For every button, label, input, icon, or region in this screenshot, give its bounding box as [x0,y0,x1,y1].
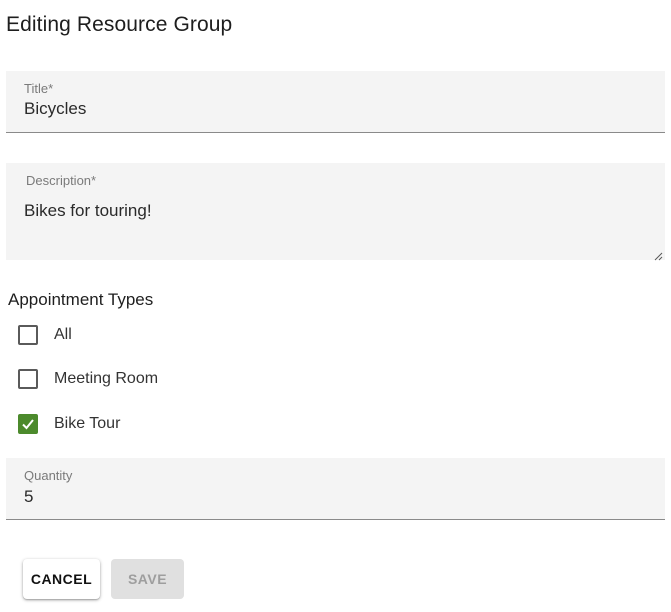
save-button[interactable]: SAVE [111,559,184,599]
title-field[interactable]: Title* Bicycles [6,71,665,133]
title-field-label: Title* [24,81,54,96]
page-title: Editing Resource Group [6,13,233,36]
checkbox-meeting-room[interactable]: Meeting Room [18,368,158,390]
description-field[interactable]: Description* Bikes for touring! [6,163,665,261]
edit-resource-group-page: Editing Resource Group Title* Bicycles D… [0,0,671,612]
checkmark-icon [22,419,34,430]
quantity-field-label: Quantity [24,468,73,483]
checkbox-all-label[interactable]: All [54,326,72,344]
checkbox-meeting-room-label[interactable]: Meeting Room [54,370,158,388]
description-textarea[interactable]: Bikes for touring! [24,201,152,221]
checkbox-all[interactable]: All [18,324,72,346]
resize-handle-icon[interactable] [653,248,663,261]
description-field-label: Description* [26,173,97,188]
quantity-input[interactable]: 5 [24,487,33,507]
title-input[interactable]: Bicycles [24,99,86,119]
quantity-field[interactable]: Quantity 5 [6,458,665,520]
checkbox-bike-tour[interactable]: Bike Tour [18,413,120,435]
checkbox-meeting-room-box[interactable] [18,369,38,389]
checkbox-bike-tour-box[interactable] [18,414,38,434]
appointment-types-label: Appointment Types [8,290,154,309]
checkbox-bike-tour-label[interactable]: Bike Tour [54,415,120,433]
cancel-button[interactable]: CANCEL [23,559,100,599]
checkbox-all-box[interactable] [18,325,38,345]
